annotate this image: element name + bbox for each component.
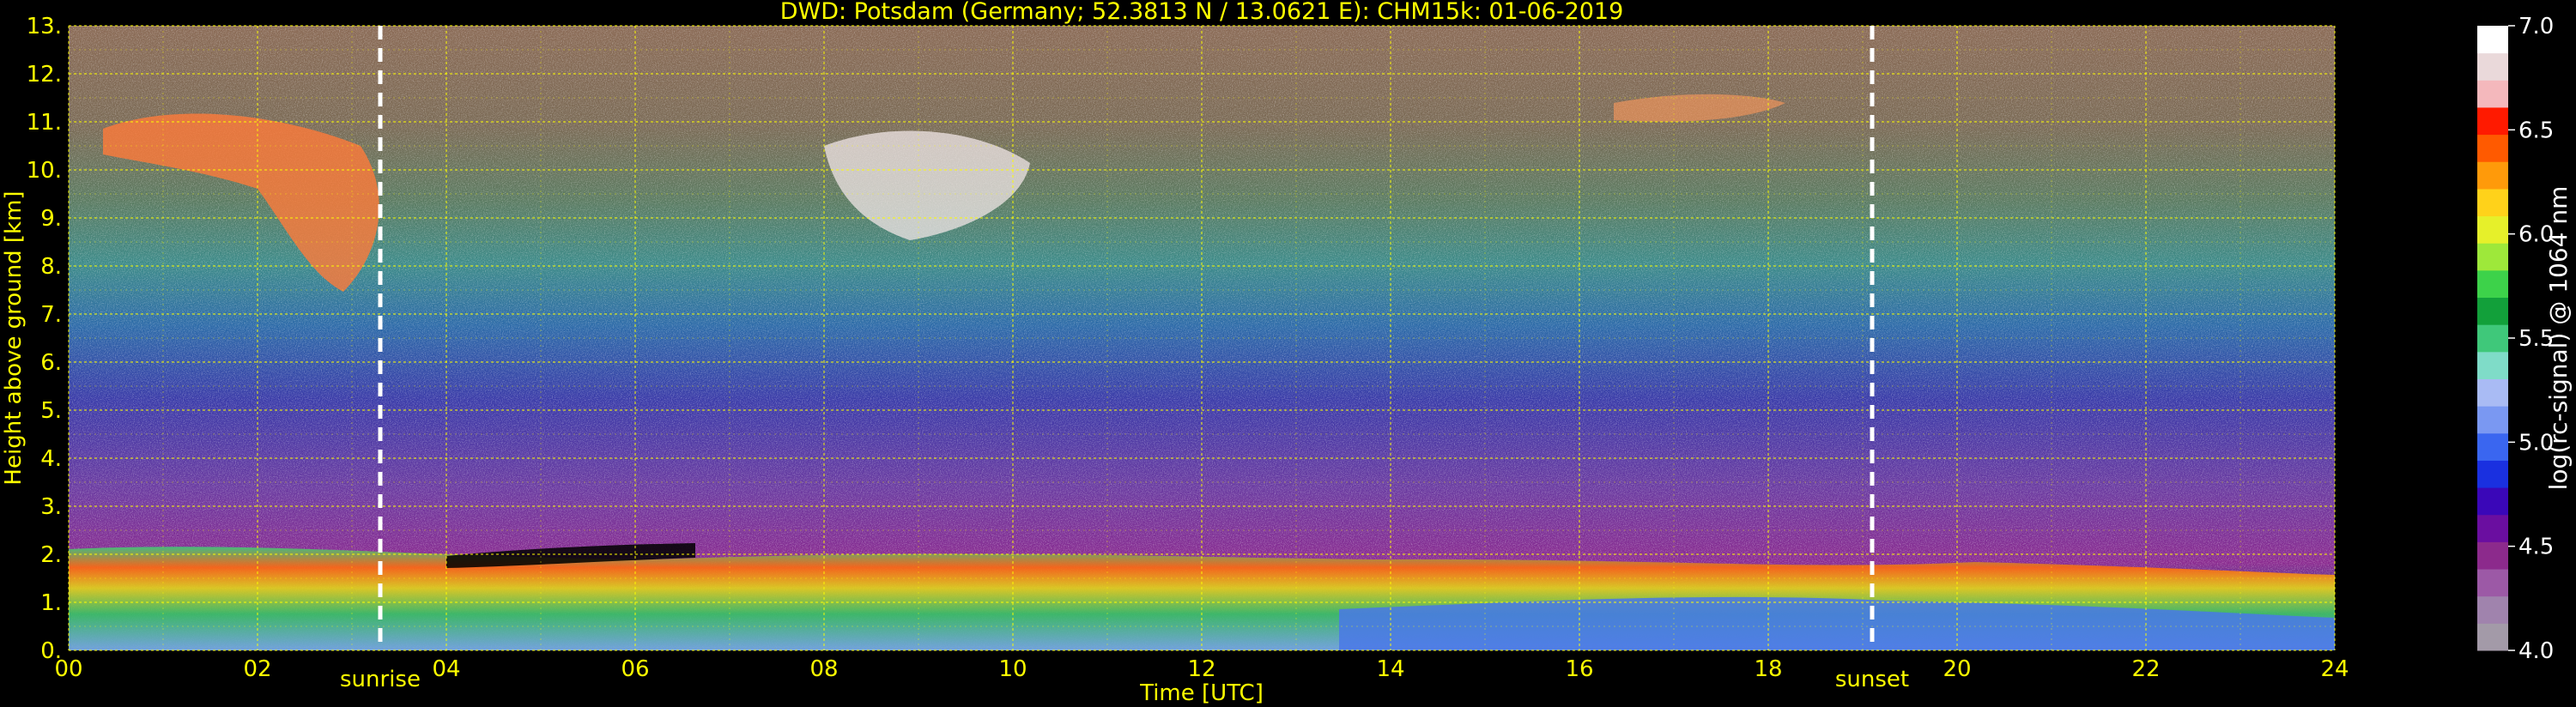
colorbar-tick-label: 7.0 [2518, 14, 2554, 39]
colorbar-segment [2477, 514, 2508, 542]
colorbar-segment [2477, 106, 2508, 136]
colorbar-segment [2477, 215, 2508, 244]
y-tick-label: 10. [27, 158, 62, 184]
colorbar-segment [2477, 541, 2508, 570]
colorbar-segment [2477, 297, 2508, 325]
colorbar-segment [2477, 243, 2508, 271]
colorbar-segment [2477, 161, 2508, 190]
colorbar-segment [2477, 134, 2508, 162]
x-tick-label: 18 [1754, 656, 1782, 682]
colorbar-segment [2477, 406, 2508, 434]
chart-title: DWD: Potsdam (Germany; 52.3813 N / 13.06… [780, 0, 1624, 25]
y-tick-label: 6. [40, 350, 62, 376]
y-tick-label: 1. [40, 590, 62, 616]
colorbar-segment [2477, 269, 2508, 299]
colorbar-segment [2477, 595, 2508, 624]
colorbar [2477, 26, 2508, 651]
y-tick-label: 9. [40, 206, 62, 232]
colorbar-segment [2477, 52, 2508, 81]
y-tick-labels: 0. 1. 2. 3. 4. 5. 6. 7. 8. 9. 10. 11. 12. 13. [27, 14, 62, 664]
y-tick-label: 11. [27, 110, 62, 136]
y-axis-label: Height above ground [km] [1, 190, 27, 485]
x-tick-label: 04 [432, 656, 460, 682]
ceilometer-chart: sunrise sunset 00 02 04 06 08 10 12 14 16 18 20 22 24… [1, 0, 2573, 706]
colorbar-segment [2477, 188, 2508, 217]
y-tick-label: 7. [40, 302, 62, 328]
colorbar-segment [2477, 623, 2508, 651]
x-tick-label: 22 [2131, 656, 2160, 682]
event-marker-label: sunset [1835, 667, 1909, 692]
y-tick-label: 5. [40, 398, 62, 424]
colorbar-segment [2477, 569, 2508, 597]
colorbar-segment [2477, 432, 2508, 461]
colorbar-segment [2477, 460, 2508, 488]
colorbar-tick-label: 4.0 [2518, 638, 2554, 664]
colorbar-segment [2477, 80, 2508, 108]
x-tick-label: 20 [1943, 656, 1971, 682]
x-tick-label: 12 [1187, 656, 1215, 682]
x-tick-label: 10 [998, 656, 1027, 682]
x-tick-label: 14 [1376, 656, 1404, 682]
x-tick-label: 02 [243, 656, 271, 682]
y-tick-label: 3. [40, 494, 62, 520]
y-tick-label: 8. [40, 254, 62, 280]
colorbar-segment [2477, 487, 2508, 516]
colorbar-segment [2477, 378, 2508, 407]
colorbar-tick-label: 6.5 [2518, 118, 2554, 143]
x-tick-label: 08 [809, 656, 838, 682]
x-tick-label: 16 [1565, 656, 1593, 682]
event-marker-label: sunrise [340, 667, 421, 692]
colorbar-tick-label: 4.5 [2518, 535, 2554, 560]
x-axis-label: Time [UTC] [1139, 680, 1264, 706]
colorbar-segment [2477, 26, 2508, 54]
y-tick-label: 13. [27, 14, 62, 39]
x-tick-label: 06 [621, 656, 649, 682]
y-tick-label: 12. [27, 62, 62, 88]
y-tick-label: 4. [40, 446, 62, 472]
x-tick-label: 24 [2320, 656, 2349, 682]
y-tick-label: 2. [40, 542, 62, 568]
colorbar-label: log(rc-signal) @ 1064 nm [2544, 186, 2573, 491]
y-tick-label: 0. [40, 638, 62, 664]
colorbar-segment [2477, 351, 2508, 379]
colorbar-segment [2477, 324, 2508, 353]
